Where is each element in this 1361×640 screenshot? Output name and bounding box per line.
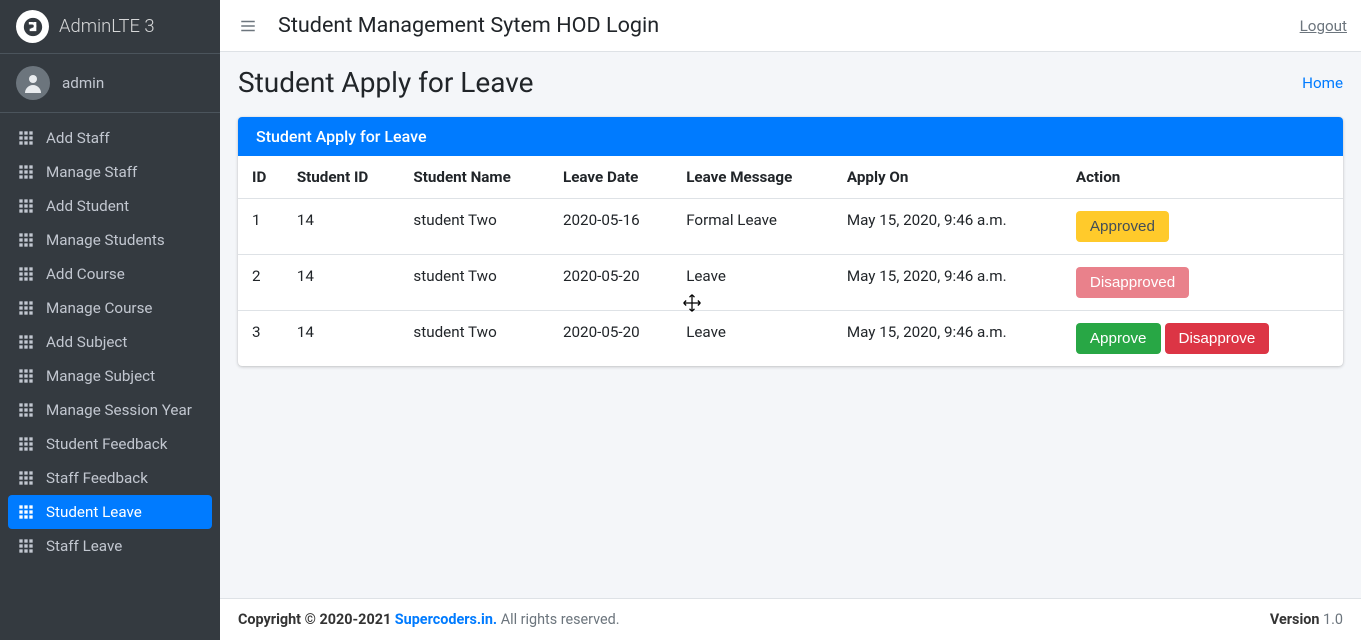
- table-row: 214student Two2020-05-20LeaveMay 15, 202…: [238, 255, 1343, 311]
- col-message: Leave Message: [676, 156, 837, 199]
- avatar: [16, 66, 50, 100]
- grid-icon: [18, 402, 36, 418]
- sidebar-item-manage-subject[interactable]: Manage Subject: [8, 359, 212, 393]
- sidebar-item-manage-course[interactable]: Manage Course: [8, 291, 212, 325]
- sidebar-item-manage-staff[interactable]: Manage Staff: [8, 155, 212, 189]
- sidebar-item-staff-feedback[interactable]: Staff Feedback: [8, 461, 212, 495]
- cell-name: student Two: [403, 255, 553, 311]
- footer-rights: All rights reserved.: [501, 611, 620, 628]
- grid-icon: [18, 470, 36, 486]
- grid-icon: [18, 300, 36, 316]
- col-apply: Apply On: [837, 156, 1066, 199]
- grid-icon: [18, 164, 36, 180]
- footer-copyright: Copyright © 2020-2021: [238, 611, 395, 628]
- sidebar-item-student-leave[interactable]: Student Leave: [8, 495, 212, 529]
- brand-text: AdminLTE 3: [59, 16, 155, 37]
- brand-logo-icon: [16, 10, 49, 43]
- sidebar-item-add-course[interactable]: Add Course: [8, 257, 212, 291]
- grid-icon: [18, 538, 36, 554]
- sidebar-item-label: Staff Leave: [46, 537, 122, 555]
- col-student-id: Student ID: [287, 156, 404, 199]
- nav: Add Staff Manage Staff Add Student Manage S…: [0, 113, 220, 571]
- leave-table: ID Student ID Student Name Leave Date Le…: [238, 156, 1343, 366]
- grid-icon: [18, 334, 36, 350]
- cell-apply: May 15, 2020, 9:46 a.m.: [837, 311, 1066, 367]
- grid-icon: [18, 504, 36, 520]
- cell-student_id: 14: [287, 199, 404, 255]
- col-leave-date: Leave Date: [553, 156, 676, 199]
- cell-apply: May 15, 2020, 9:46 a.m.: [837, 255, 1066, 311]
- cell-student_id: 14: [287, 311, 404, 367]
- sidebar-item-label: Manage Subject: [46, 367, 155, 385]
- card: Student Apply for Leave ID Student ID St…: [238, 117, 1343, 366]
- cell-leave_date: 2020-05-16: [553, 199, 676, 255]
- user-name: admin: [62, 74, 104, 92]
- footer-link[interactable]: Supercoders.in.: [395, 611, 497, 628]
- card-title: Student Apply for Leave: [238, 117, 1343, 156]
- cell-name: student Two: [403, 199, 553, 255]
- logout-link[interactable]: Logout: [1300, 17, 1347, 35]
- version-number: 1.0: [1319, 611, 1343, 628]
- topnav: Student Management Sytem HOD Login Logou…: [220, 0, 1361, 52]
- user-panel[interactable]: admin: [0, 54, 220, 113]
- sidebar-item-manage-session-year[interactable]: Manage Session Year: [8, 393, 212, 427]
- cell-student_id: 14: [287, 255, 404, 311]
- cell-message: Leave: [676, 311, 837, 367]
- sidebar-item-label: Student Feedback: [46, 435, 167, 453]
- hamburger-icon[interactable]: [234, 12, 262, 40]
- sidebar-item-label: Add Student: [46, 197, 129, 215]
- sidebar-item-label: Add Course: [46, 265, 125, 283]
- brand[interactable]: AdminLTE 3: [0, 0, 220, 54]
- sidebar-item-label: Manage Session Year: [46, 401, 192, 419]
- sidebar-item-label: Staff Feedback: [46, 469, 148, 487]
- sidebar-item-label: Manage Staff: [46, 163, 137, 181]
- sidebar-item-staff-leave[interactable]: Staff Leave: [8, 529, 212, 563]
- footer: Copyright © 2020-2021 Supercoders.in. Al…: [220, 598, 1361, 640]
- sidebar-item-manage-students[interactable]: Manage Students: [8, 223, 212, 257]
- cell-name: student Two: [403, 311, 553, 367]
- approve-button[interactable]: Approve: [1076, 323, 1161, 354]
- sidebar-item-label: Add Staff: [46, 129, 110, 147]
- sidebar-item-student-feedback[interactable]: Student Feedback: [8, 427, 212, 461]
- content-header: Student Apply for Leave Home: [220, 52, 1361, 107]
- grid-icon: [18, 232, 36, 248]
- approved-badge[interactable]: Approved: [1076, 211, 1169, 242]
- topnav-title: Student Management Sytem HOD Login: [278, 13, 659, 38]
- sidebar-item-label: Student Leave: [46, 503, 142, 521]
- sidebar-item-add-subject[interactable]: Add Subject: [8, 325, 212, 359]
- sidebar-item-label: Manage Course: [46, 299, 152, 317]
- cell-message: Formal Leave: [676, 199, 837, 255]
- page-title: Student Apply for Leave: [238, 66, 533, 99]
- sidebar-item-add-student[interactable]: Add Student: [8, 189, 212, 223]
- grid-icon: [18, 436, 36, 452]
- breadcrumb: Home: [1302, 73, 1343, 92]
- version-label: Version: [1270, 611, 1320, 628]
- col-name: Student Name: [403, 156, 553, 199]
- cell-action: Approved: [1066, 199, 1343, 255]
- cell-id: 2: [238, 255, 287, 311]
- sidebar-item-add-staff[interactable]: Add Staff: [8, 121, 212, 155]
- grid-icon: [18, 368, 36, 384]
- cell-id: 3: [238, 311, 287, 367]
- table-row: 314student Two2020-05-20LeaveMay 15, 202…: [238, 311, 1343, 367]
- sidebar: AdminLTE 3 admin Add StaffManage StaffAd…: [0, 0, 220, 640]
- table-row: 114student Two2020-05-16Formal LeaveMay …: [238, 199, 1343, 255]
- grid-icon: [18, 266, 36, 282]
- cell-apply: May 15, 2020, 9:46 a.m.: [837, 199, 1066, 255]
- cell-leave_date: 2020-05-20: [553, 311, 676, 367]
- grid-icon: [18, 130, 36, 146]
- cell-action: ApproveDisapprove: [1066, 311, 1343, 367]
- sidebar-item-label: Manage Students: [46, 231, 165, 249]
- breadcrumb-home[interactable]: Home: [1302, 74, 1343, 92]
- col-action: Action: [1066, 156, 1343, 199]
- cell-action: Disapproved: [1066, 255, 1343, 311]
- sidebar-item-label: Add Subject: [46, 333, 127, 351]
- cell-id: 1: [238, 199, 287, 255]
- disapprove-button[interactable]: Disapprove: [1165, 323, 1270, 354]
- cell-leave_date: 2020-05-20: [553, 255, 676, 311]
- grid-icon: [18, 198, 36, 214]
- disapproved-badge[interactable]: Disapproved: [1076, 267, 1189, 298]
- col-id: ID: [238, 156, 287, 199]
- cell-message: Leave: [676, 255, 837, 311]
